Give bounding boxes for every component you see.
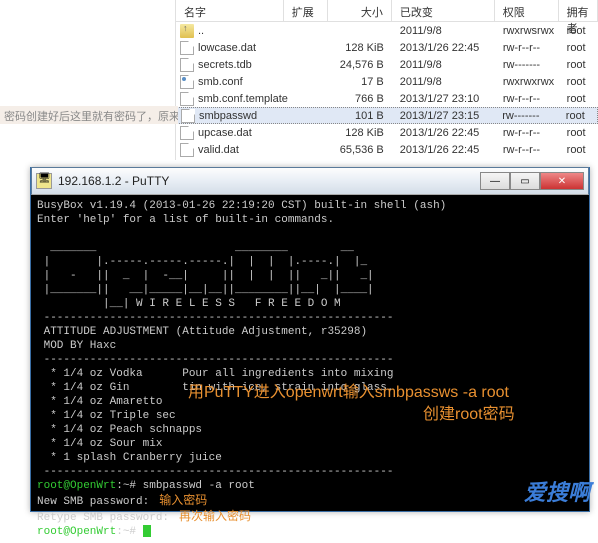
file-name: upcase.dat: [198, 127, 252, 139]
file-modified: 2013/1/26 22:45: [392, 42, 495, 54]
file-icon: [180, 24, 194, 38]
col-name[interactable]: 名字: [176, 0, 284, 21]
file-name: valid.dat: [198, 144, 239, 156]
file-row[interactable]: smbpasswd 101 B2013/1/27 23:15rw-------ro…: [176, 107, 598, 124]
file-name: smbpasswd: [199, 110, 257, 122]
terminal-output[interactable]: BusyBox v1.19.4 (2013-01-26 22:19:20 CST…: [31, 195, 589, 543]
putty-window: 192.168.1.2 - PuTTY — ▭ ✕ BusyBox v1.19.…: [30, 167, 590, 512]
file-perm: rw-r--r--: [495, 93, 559, 105]
file-listing: 名字 扩展 大小 已改变 权限 拥有者 ..2011/9/8rwxrwsrwxr…: [175, 0, 598, 160]
file-columns-header: 名字 扩展 大小 已改变 权限 拥有者: [176, 0, 598, 22]
file-size: 766 B: [328, 93, 392, 105]
file-modified: 2011/9/8: [392, 59, 495, 71]
window-title: 192.168.1.2 - PuTTY: [58, 174, 480, 188]
file-owner: root: [558, 110, 597, 122]
close-button[interactable]: ✕: [540, 172, 584, 190]
file-row[interactable]: .. 2011/9/8rwxrwsrwxroot: [176, 22, 598, 39]
file-perm: rw-r--r--: [495, 127, 559, 139]
file-row[interactable]: upcase.dat 128 KiB2013/1/26 22:45rw-r--r-…: [176, 124, 598, 141]
file-icon: [180, 126, 194, 140]
titlebar[interactable]: 192.168.1.2 - PuTTY — ▭ ✕: [31, 167, 589, 195]
terminal-cursor: [143, 525, 151, 537]
file-icon: [180, 75, 194, 89]
file-icon: [180, 41, 194, 55]
file-modified: 2013/1/26 22:45: [392, 127, 495, 139]
file-icon: [180, 143, 194, 157]
annotation-instruction-main: 用PuTTY进入openwrt输入smbpassws -a root: [188, 378, 509, 402]
file-icon: [181, 109, 195, 123]
file-name: lowcase.dat: [198, 42, 256, 54]
file-size: 128 KiB: [328, 42, 392, 54]
file-size: 65,536 B: [328, 144, 392, 156]
file-perm: rw-r--r--: [495, 144, 559, 156]
putty-icon: [36, 173, 52, 189]
file-size: 17 B: [328, 76, 392, 88]
file-perm: rwxrwsrwx: [495, 25, 559, 37]
file-size: 101 B: [328, 110, 392, 122]
file-modified: 2013/1/27 23:15: [392, 110, 495, 122]
file-icon: [180, 58, 194, 72]
file-name: secrets.tdb: [198, 59, 252, 71]
annotation-reenter-password: 再次输入密码: [169, 509, 251, 523]
file-modified: 2011/9/8: [392, 25, 495, 37]
file-row[interactable]: smb.conf.template 766 B2013/1/27 23:10rw-…: [176, 90, 598, 107]
file-perm: rw-------: [494, 110, 558, 122]
file-size: 24,576 B: [328, 59, 392, 71]
annotation-callout-left: 密码创建好后这里就有密码了，原来是空的: [0, 106, 178, 124]
maximize-button[interactable]: ▭: [510, 172, 540, 190]
file-owner: root: [559, 76, 598, 88]
file-owner: root: [559, 25, 598, 37]
file-icon: [180, 92, 194, 106]
file-perm: rwxrwxrwx: [495, 76, 559, 88]
file-row[interactable]: lowcase.dat 128 KiB2013/1/26 22:45rw-r--r…: [176, 39, 598, 56]
file-modified: 2013/1/26 22:45: [392, 144, 495, 156]
file-owner: root: [559, 42, 598, 54]
annotation-instruction-sub: 创建root密码: [423, 400, 515, 424]
col-owner[interactable]: 拥有者: [559, 0, 598, 21]
file-modified: 2013/1/27 23:10: [392, 93, 495, 105]
file-row[interactable]: smb.conf 17 B2011/9/8rwxrwxrwxroot: [176, 73, 598, 90]
file-modified: 2011/9/8: [392, 76, 495, 88]
file-owner: root: [559, 59, 598, 71]
file-row[interactable]: secrets.tdb 24,576 B2011/9/8rw-------root: [176, 56, 598, 73]
file-owner: root: [559, 127, 598, 139]
file-name: smb.conf: [198, 76, 243, 88]
col-ext[interactable]: 扩展: [284, 0, 328, 21]
file-size: 128 KiB: [328, 127, 392, 139]
col-modified[interactable]: 已改变: [392, 0, 495, 21]
window-buttons: — ▭ ✕: [480, 172, 584, 190]
file-name: ..: [198, 25, 204, 37]
file-perm: rw-------: [495, 59, 559, 71]
file-name: smb.conf.template: [198, 93, 288, 105]
file-perm: rw-r--r--: [495, 42, 559, 54]
col-perm[interactable]: 权限: [495, 0, 559, 21]
file-row[interactable]: valid.dat 65,536 B2013/1/26 22:45rw-r--r-…: [176, 141, 598, 158]
annotation-enter-password: 输入密码: [149, 493, 207, 507]
file-owner: root: [559, 144, 598, 156]
minimize-button[interactable]: —: [480, 172, 510, 190]
file-owner: root: [559, 93, 598, 105]
watermark: 爱搜啊: [524, 475, 590, 507]
col-size[interactable]: 大小: [328, 0, 392, 21]
